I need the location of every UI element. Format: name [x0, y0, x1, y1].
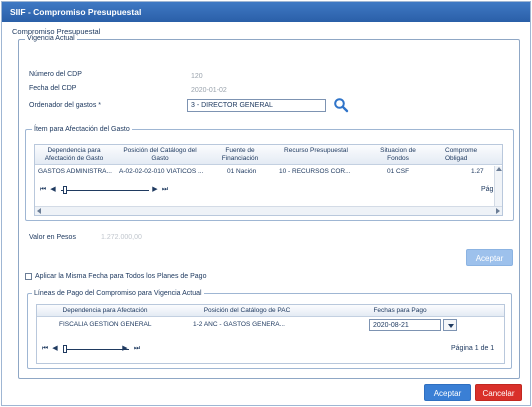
valor-pesos-value: 1.272.000,00 [101, 234, 142, 241]
cell-posicion-pac: 1-2 ANC - GASTOS GENERA... [193, 321, 285, 328]
items-panel: Ítem para Afectación del Gasto Dependenc… [25, 126, 514, 221]
first-page-icon[interactable]: ⏮ [41, 344, 49, 354]
items-legend: Ítem para Afectación del Gasto [32, 126, 132, 133]
col-dependencia-afectacion[interactable]: Dependencia para Afectación [45, 307, 165, 315]
vigencia-legend: Vigencia Actual [25, 35, 77, 42]
lineas-page-text: Página 1 de 1 [451, 345, 495, 352]
next-page-icon[interactable]: ▶ [121, 344, 129, 354]
fecha-cdp-label: Fecha del CDP [29, 85, 77, 92]
scroll-up-icon[interactable] [496, 167, 502, 171]
misma-fecha-checkbox[interactable] [25, 273, 32, 280]
lineas-legend: Líneas de Pago del Compromiso para Vigen… [32, 290, 204, 297]
col-posicion-pac[interactable]: Posición del Catálogo de PAC [187, 307, 307, 315]
lineas-grid: Dependencia para Afectación Posición del… [36, 304, 505, 364]
next-page-icon[interactable]: ▶ [151, 185, 159, 195]
cell-situacion: 01 CSF [387, 168, 410, 175]
accept-button[interactable]: Aceptar [424, 384, 471, 401]
ordenador-field[interactable]: 3 - DIRECTOR GENERAL [187, 99, 326, 112]
col-comprometido[interactable]: Comprome Obligad [445, 147, 491, 162]
lineas-panel: Líneas de Pago del Compromiso para Vigen… [27, 290, 512, 369]
col-situacion-fondos[interactable]: Situacion de Fondos [373, 147, 423, 162]
col-fuente-financiacion[interactable]: Fuente de Financiación [215, 147, 265, 162]
cell-comprometido: 1.27 [471, 168, 484, 175]
horizontal-scrollbar[interactable] [35, 206, 502, 215]
last-page-icon[interactable]: ⏭ [161, 185, 169, 195]
window-title: SIIF - Compromiso Presupuestal [2, 2, 530, 22]
col-recurso-presupuestal[interactable]: Recurso Presupuestal [283, 147, 349, 155]
chevron-down-icon[interactable] [443, 319, 457, 331]
fecha-pago-input[interactable]: 2020-08-21 [369, 319, 441, 331]
prev-page-icon[interactable]: ◀ [49, 185, 57, 195]
numero-cdp-label: Número del CDP [29, 71, 82, 78]
col-fechas-pago[interactable]: Fechas para Pago [355, 307, 445, 315]
scroll-right-icon[interactable] [496, 208, 500, 214]
cell-fuente: 01 Nación [227, 168, 257, 175]
page-slider-track[interactable] [61, 190, 149, 191]
items-grid: Dependencia para Afectación de Gasto Pos… [34, 144, 503, 216]
search-icon[interactable] [333, 97, 349, 113]
last-page-icon[interactable]: ⏭ [133, 344, 141, 354]
cancel-button[interactable]: Cancelar [475, 384, 522, 401]
ordenador-label: Ordenador del gastos * [29, 102, 101, 109]
page-slider-thumb[interactable] [63, 186, 67, 194]
misma-fecha-label: Aplicar la Misma Fecha para Todos los Pl… [35, 273, 207, 280]
items-pager: ⏮ ◀ ▶ ⏭ Pág [39, 185, 499, 197]
col-dependencia[interactable]: Dependencia para Afectación de Gasto [37, 147, 111, 162]
lineas-grid-header: Dependencia para Afectación Posición del… [37, 305, 504, 317]
first-page-icon[interactable]: ⏮ [39, 185, 47, 195]
col-posicion-catalogo[interactable]: Posición del Catálogo del Gasto [119, 147, 201, 162]
page-slider-track[interactable] [63, 349, 129, 350]
items-accept-button[interactable]: Aceptar [466, 249, 513, 266]
cell-recurso: 10 - RECURSOS COR... [279, 168, 351, 175]
vigencia-panel: Vigencia Actual Número del CDP 120 Fecha… [18, 35, 520, 379]
table-row[interactable]: GASTOS ADMINISTRA... A-02-02-02-010 VIAT… [35, 166, 495, 177]
dialog-window: SIIF - Compromiso Presupuestal Compromis… [1, 1, 531, 406]
cell-posicion: A-02-02-02-010 VIATICOS ... [119, 168, 204, 175]
lineas-pager: ⏮ ◀ ▶ ⏭ Página 1 de 1 [41, 344, 501, 356]
scroll-left-icon[interactable] [37, 208, 41, 214]
cell-dependencia: GASTOS ADMINISTRA... [38, 168, 112, 175]
numero-cdp-value: 120 [191, 73, 203, 80]
table-row[interactable]: FISCALIA GESTION GENERAL 1-2 ANC - GASTO… [37, 317, 504, 333]
items-grid-header: Dependencia para Afectación de Gasto Pos… [35, 145, 502, 165]
items-page-text: Pág [481, 186, 494, 193]
fecha-cdp-value: 2020-01-02 [191, 87, 227, 94]
page-slider-thumb[interactable] [63, 345, 67, 353]
cell-dependencia-afectacion: FISCALIA GESTION GENERAL [59, 321, 152, 328]
prev-page-icon[interactable]: ◀ [51, 344, 59, 354]
valor-pesos-label: Valor en Pesos [29, 234, 76, 241]
